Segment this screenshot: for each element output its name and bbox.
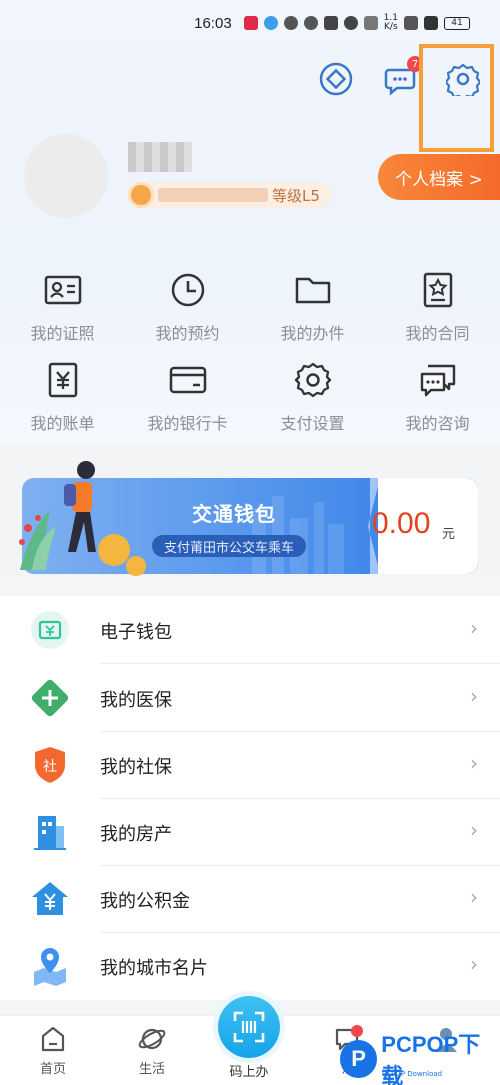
list-item-property[interactable]: 我的房产 ›: [0, 798, 500, 866]
wallet-balance: 0.00: [372, 507, 431, 540]
list-item-label: 我的房产: [100, 824, 172, 845]
status-bar: 16:03 1.1 K/s 41: [0, 0, 500, 46]
scan-code-button[interactable]: [218, 996, 280, 1058]
level-blurred-text: [158, 188, 268, 202]
personal-profile-button[interactable]: 个人档案 >: [378, 154, 500, 200]
medical-icon: [31, 679, 69, 717]
wallet-subtitle: 支付莆田市公交车乘车: [152, 535, 307, 557]
housing-fund-icon: [32, 882, 68, 915]
grid-item-payment-settings[interactable]: 支付设置: [250, 360, 375, 434]
grid-item-consult[interactable]: 我的咨询: [375, 360, 500, 434]
tab-label: 生活: [138, 1062, 165, 1077]
grid-item-bank-card[interactable]: 我的银行卡: [125, 360, 250, 434]
folder-icon: [295, 277, 330, 304]
battery-icon: 41: [444, 16, 470, 30]
chat-icon: [420, 364, 455, 397]
list-item-housing-fund[interactable]: 我的公积金 ›: [0, 865, 500, 933]
list-item-social-security[interactable]: 社 我的社保 ›: [0, 731, 500, 799]
grid-item-bill[interactable]: 我的账单: [0, 360, 125, 434]
grid-item-contract[interactable]: 我的合同: [375, 270, 500, 344]
grid-label: 我的合同: [405, 324, 470, 343]
grid-label: 我的账单: [30, 414, 95, 433]
planet-icon: [138, 1028, 166, 1050]
grid-label: 我的证照: [30, 324, 95, 343]
grid-label: 支付设置: [280, 414, 345, 433]
chevron-right-icon: ›: [470, 885, 478, 909]
grid-item-affairs[interactable]: 我的办件: [250, 270, 375, 344]
message-icon[interactable]: 7: [383, 56, 423, 96]
wechat-icon: [283, 16, 298, 30]
diamond-icon[interactable]: [319, 62, 353, 96]
id-card-icon: [44, 275, 81, 305]
gear-icon: [294, 362, 331, 398]
svg-text:社: 社: [43, 759, 57, 775]
building-icon: [34, 816, 66, 850]
mute-icon: [363, 16, 378, 30]
list-item-label: 我的医保: [100, 690, 172, 711]
nfc-icon: [323, 16, 338, 30]
list-item-label: 我的城市名片: [100, 958, 208, 979]
clock-icon: [171, 273, 204, 307]
pcpop-logo: P: [340, 1040, 378, 1078]
bank-card-icon: [169, 366, 206, 394]
chevron-right-icon: ›: [470, 684, 478, 708]
tab-life[interactable]: 生活: [112, 1024, 192, 1077]
bill-icon: [48, 362, 77, 398]
grid-label: 我的预约: [155, 324, 220, 343]
tab-label: 首页: [39, 1062, 66, 1077]
list-item-label: 电子钱包: [100, 622, 172, 643]
status-time: 16:03: [194, 14, 232, 32]
list-item-label: 我的公积金: [100, 891, 190, 912]
chevron-right-icon: ›: [470, 751, 478, 775]
social-security-icon: 社: [35, 747, 65, 783]
person-illustration: [19, 461, 146, 576]
wifi-icon: [404, 16, 418, 30]
grid-item-id-card[interactable]: 我的证照: [0, 270, 125, 344]
alarm-icon: [343, 16, 358, 30]
grid-label: 我的咨询: [405, 414, 470, 433]
chevron-right-icon: ›: [470, 616, 478, 640]
grid-label: 我的办件: [280, 324, 345, 343]
app-notification-icon: [263, 16, 278, 30]
list-item-city-card[interactable]: 我的城市名片 ›: [0, 932, 500, 1000]
tab-home[interactable]: 首页: [13, 1024, 93, 1077]
grid-label: 我的银行卡: [147, 414, 228, 433]
app-notification-icon: [243, 16, 258, 30]
watermark-subtext: PCPOP Download: [382, 1070, 443, 1078]
avatar[interactable]: [24, 134, 108, 218]
user-level-pill[interactable]: 等级L5: [128, 182, 332, 208]
signal-icon: [424, 16, 438, 30]
wallet-title: 交通钱包: [192, 502, 276, 526]
wallet-icon: [31, 611, 69, 649]
settings-highlight-box: [419, 44, 494, 152]
service-list: 电子钱包 › 我的医保 › 社 我的社保 › 我的房产 › 我的公积金 › 我的…: [0, 596, 500, 1000]
pcpop-watermark: P PCPOP下载 PCPOP Download: [340, 1032, 500, 1085]
network-speed: 1.1 K/s: [383, 13, 398, 32]
wallet-currency-unit: 元: [442, 527, 456, 542]
user-name-blurred: [128, 142, 192, 172]
eye-icon: [303, 16, 318, 30]
grid-item-appointment[interactable]: 我的预约: [125, 270, 250, 344]
chevron-right-icon: ›: [470, 818, 478, 842]
user-level-label: 等级L5: [272, 186, 320, 205]
list-item-medical-insurance[interactable]: 我的医保 ›: [0, 664, 500, 732]
chevron-right-icon: ›: [470, 952, 478, 976]
medal-icon: [128, 182, 154, 208]
list-item-e-wallet[interactable]: 电子钱包 ›: [0, 596, 500, 664]
list-item-label: 我的社保: [100, 757, 172, 778]
location-icon: [34, 948, 66, 986]
scan-icon: [233, 1011, 265, 1043]
contract-icon: [423, 272, 452, 308]
scan-code-label: 码上办: [229, 1065, 269, 1080]
home-icon: [41, 1026, 65, 1052]
